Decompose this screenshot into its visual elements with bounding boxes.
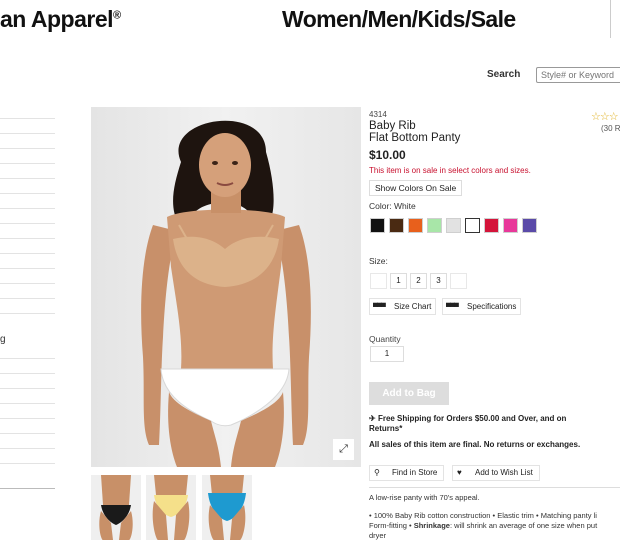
add-to-wishlist-button[interactable]: ♥ Add to Wish List — [452, 465, 540, 481]
details-text: Form-fitting • — [369, 521, 414, 530]
sidebar-divider — [0, 133, 55, 134]
sidebar-divider — [0, 358, 55, 359]
nav-sale[interactable]: Sale — [471, 6, 517, 32]
details-line: dryer — [369, 531, 387, 540]
product-name-line: Flat Bottom Panty — [369, 132, 461, 144]
sidebar-divider — [0, 208, 55, 209]
product-main-image[interactable] — [91, 107, 361, 467]
sidebar-divider — [0, 298, 55, 299]
search-label: Search — [487, 69, 521, 80]
product-name: Baby Rib Flat Bottom Panty — [369, 120, 460, 144]
product-details: • 100% Baby Rib cotton construction • El… — [369, 511, 620, 541]
add-to-wishlist-label: Add to Wish List — [475, 468, 533, 477]
ruler-icon: ▀▀▀ — [446, 304, 459, 311]
heart-icon: ♥ — [457, 468, 462, 477]
color-swatch[interactable] — [408, 218, 423, 233]
details-line: Form-fitting • Shrinkage: will shrink an… — [369, 521, 620, 531]
find-in-store-label: Find in Store — [392, 468, 438, 477]
color-swatch[interactable] — [503, 218, 518, 233]
ruler-icon: ▀▀▀ — [373, 304, 386, 311]
plane-icon: ✈ — [369, 414, 376, 423]
main-nav: Women/Men/Kids/Sale — [282, 6, 516, 33]
size-option[interactable] — [450, 273, 467, 289]
sidebar-divider — [0, 253, 55, 254]
sidebar-divider — [0, 193, 55, 194]
size-chart-label: Size Chart — [394, 302, 432, 311]
registered-mark: ® — [113, 9, 121, 22]
specifications-label: Specifications — [467, 302, 517, 311]
color-swatch[interactable] — [484, 218, 499, 233]
color-swatch[interactable] — [522, 218, 537, 233]
color-swatch[interactable] — [370, 218, 385, 233]
product-sku: 4314 — [369, 110, 387, 119]
sale-message: This item is on sale in select colors an… — [369, 166, 531, 175]
details-text: : will shrink an average of one size whe… — [449, 521, 598, 530]
brand-logo[interactable]: an Apparel® — [0, 6, 121, 33]
thumbnail-image — [146, 475, 196, 540]
color-label: Color: White — [369, 201, 416, 211]
sidebar-divider — [0, 403, 55, 404]
sidebar-divider — [0, 488, 55, 489]
final-sale-notice: All sales of this item are final. No ret… — [369, 440, 581, 449]
sidebar-divider — [0, 283, 55, 284]
model-photo — [91, 107, 361, 467]
size-option[interactable]: 2 — [410, 273, 427, 289]
search-input[interactable] — [536, 67, 620, 83]
color-swatch[interactable] — [465, 218, 480, 233]
sidebar-divider — [0, 418, 55, 419]
thumbnail-image — [91, 475, 141, 540]
show-colors-on-sale-button[interactable]: Show Colors On Sale — [369, 180, 463, 196]
sidebar-divider — [0, 373, 55, 374]
product-name-line: Baby Rib — [369, 120, 416, 132]
reviews-count[interactable]: (30 R — [601, 124, 620, 133]
size-chart-button[interactable]: ▀▀▀ Size Chart — [369, 298, 437, 315]
sidebar-divider — [0, 268, 55, 269]
shipping-info: ✈ Free Shipping for Orders $50.00 and Ov… — [369, 414, 575, 434]
expand-icon[interactable]: ⤢ — [333, 439, 354, 460]
size-option[interactable] — [370, 273, 387, 289]
sidebar-divider — [0, 388, 55, 389]
rating-stars[interactable]: ☆☆☆ — [591, 110, 619, 123]
shipping-returns-link[interactable]: Returns* — [369, 424, 402, 433]
section-divider — [369, 487, 620, 488]
color-swatch[interactable] — [389, 218, 404, 233]
details-bold-text: Shrinkage — [413, 521, 450, 530]
sidebar-divider — [0, 433, 55, 434]
color-swatch[interactable] — [446, 218, 461, 233]
sidebar-divider — [0, 178, 55, 179]
product-description: A low-rise panty with 70's appeal. — [369, 493, 480, 502]
add-to-bag-button[interactable]: Add to Bag — [369, 382, 449, 405]
sidebar-item[interactable]: g — [0, 334, 6, 345]
color-swatch[interactable] — [427, 218, 442, 233]
nav-kids[interactable]: Kids — [417, 6, 465, 32]
sidebar-divider — [0, 238, 55, 239]
nav-men[interactable]: Men — [367, 6, 412, 32]
quantity-label: Quantity — [369, 334, 401, 344]
thumbnail-yellow[interactable] — [146, 475, 196, 540]
header-divider — [610, 0, 611, 38]
shipping-text: Free Shipping for Orders $50.00 and Over… — [377, 414, 567, 423]
details-line: • 100% Baby Rib cotton construction • El… — [369, 511, 597, 520]
thumbnail-blue[interactable] — [202, 475, 252, 540]
sidebar-divider — [0, 313, 55, 314]
size-option[interactable]: 1 — [390, 273, 407, 289]
brand-name: an Apparel — [0, 6, 114, 32]
find-in-store-button[interactable]: ⚲ Find in Store — [369, 465, 445, 481]
nav-women[interactable]: Women — [282, 6, 362, 32]
sidebar-divider — [0, 148, 55, 149]
quantity-input[interactable]: 1 — [370, 346, 404, 362]
specifications-button[interactable]: ▀▀▀ Specifications — [442, 298, 522, 315]
sidebar-divider — [0, 223, 55, 224]
sidebar-divider — [0, 163, 55, 164]
product-price: $10.00 — [369, 148, 406, 162]
size-label: Size: — [369, 256, 388, 266]
thumbnail-black[interactable] — [91, 475, 141, 540]
size-option[interactable]: 3 — [430, 273, 447, 289]
sidebar-divider — [0, 463, 55, 464]
sidebar-divider — [0, 448, 55, 449]
sidebar-divider — [0, 118, 55, 119]
thumbnail-image — [202, 475, 252, 540]
map-pin-icon: ⚲ — [374, 468, 380, 477]
